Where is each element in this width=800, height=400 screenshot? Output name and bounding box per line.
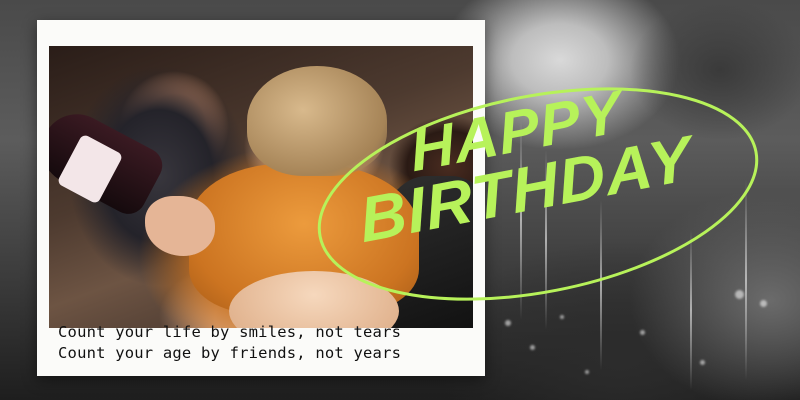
bokeh-light (700, 360, 705, 365)
bokeh-light (505, 320, 511, 326)
quote-line-1: Count your life by smiles, not tears (58, 323, 402, 341)
birthday-card: Count your life by smiles, not tears Cou… (0, 0, 800, 400)
birthday-quote: Count your life by smiles, not tears Cou… (58, 322, 478, 364)
photo-figure (145, 196, 215, 256)
bokeh-light (530, 345, 535, 350)
bokeh-light (560, 315, 564, 319)
quote-line-2: Count your age by friends, not years (58, 344, 402, 362)
bokeh-light (585, 370, 589, 374)
bokeh-light (640, 330, 645, 335)
